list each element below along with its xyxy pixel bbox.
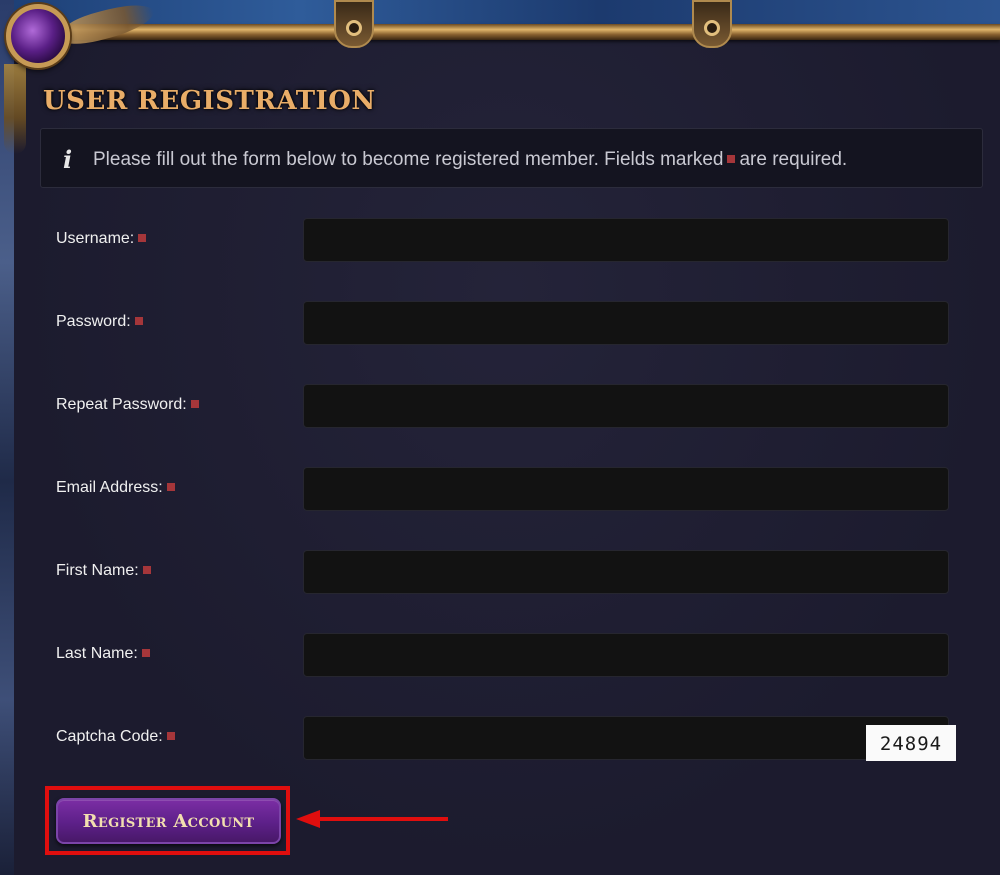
info-text-after: are required. <box>739 149 848 170</box>
decorative-rail <box>40 24 1000 40</box>
repeat-password-input[interactable] <box>303 384 949 428</box>
form-row-first-name: First Name: <box>56 550 949 594</box>
ornament-vine-icon <box>4 64 26 154</box>
rail-clasp-icon <box>692 0 732 48</box>
required-marker-icon <box>138 233 147 242</box>
required-marker-icon <box>142 565 151 574</box>
field-label: Username: <box>56 230 150 248</box>
captcha-image: 24894 <box>866 725 956 761</box>
required-marker-icon <box>166 482 175 491</box>
field-label-text: Repeat Password: <box>56 396 187 413</box>
rail-clasp-icon <box>334 0 374 48</box>
info-text: Please fill out the form below to become… <box>93 149 847 171</box>
info-text-before: Please fill out the form below to become… <box>93 149 724 170</box>
register-account-button[interactable]: Register Account <box>56 798 281 844</box>
annotation-arrow-icon <box>296 810 448 828</box>
field-label: Password: <box>56 313 147 331</box>
username-input[interactable] <box>303 218 949 262</box>
last-name-input[interactable] <box>303 633 949 677</box>
required-marker-icon <box>141 648 150 657</box>
required-marker-icon <box>166 731 175 740</box>
info-icon: i <box>63 145 73 174</box>
form-row-username: Username: <box>56 218 949 262</box>
field-label: Repeat Password: <box>56 396 203 414</box>
field-label: Captcha Code: <box>56 728 179 746</box>
form-row-captcha: Captcha Code: <box>56 716 949 760</box>
page-title: USER REGISTRATION <box>43 86 376 116</box>
email-input[interactable] <box>303 467 949 511</box>
first-name-input[interactable] <box>303 550 949 594</box>
required-marker-icon <box>134 316 143 325</box>
field-label-text: Username: <box>56 230 135 247</box>
form-row-email: Email Address: <box>56 467 949 511</box>
field-label-text: Password: <box>56 313 131 330</box>
field-label-text: Last Name: <box>56 645 138 662</box>
field-label: Email Address: <box>56 479 179 497</box>
form-row-repeat-password: Repeat Password: <box>56 384 949 428</box>
field-label-text: First Name: <box>56 562 139 579</box>
password-input[interactable] <box>303 301 949 345</box>
field-label-text: Captcha Code: <box>56 728 163 745</box>
field-label: First Name: <box>56 562 155 580</box>
field-label-text: Email Address: <box>56 479 163 496</box>
field-label: Last Name: <box>56 645 154 663</box>
form-row-last-name: Last Name: <box>56 633 949 677</box>
required-marker-icon <box>190 399 199 408</box>
captcha-input[interactable] <box>303 716 949 760</box>
required-marker-icon <box>727 154 736 163</box>
info-notice: i Please fill out the form below to beco… <box>40 128 983 188</box>
ornament-orb-icon <box>6 4 70 68</box>
form-row-password: Password: <box>56 301 949 345</box>
